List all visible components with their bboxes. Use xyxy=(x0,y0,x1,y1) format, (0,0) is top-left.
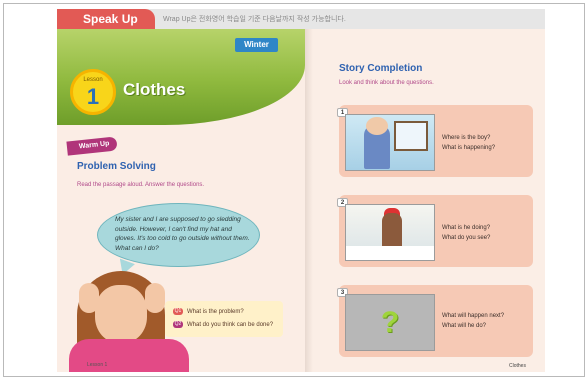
textbook-spread: Speak Up Wrap Up은 전화영어 학습일 기준 다음날까지 작성 가… xyxy=(57,9,545,372)
card-question: What will he do? xyxy=(442,323,487,329)
snow-ground xyxy=(346,246,434,260)
left-page: Winter Lesson 1 Clothes Warm Up Problem … xyxy=(57,29,305,372)
girl-right-hand xyxy=(145,283,165,313)
top-bar: Speak Up Wrap Up은 전화영어 학습일 기준 다음날까지 작성 가… xyxy=(57,9,545,31)
story-image-2 xyxy=(345,204,435,261)
passage-text: My sister and I are supposed to go sledd… xyxy=(115,216,250,252)
story-card-1: 1 Where is the boy? What is happening? xyxy=(337,105,533,177)
speak-up-tab[interactable]: Speak Up xyxy=(57,9,155,31)
snowy-window xyxy=(394,121,428,151)
q1-badge: Q1 xyxy=(173,308,183,315)
card-question: What is he doing? xyxy=(442,225,491,231)
story-image-1 xyxy=(345,114,435,171)
card-question: What is happening? xyxy=(442,145,496,151)
right-page-footer: Clothes xyxy=(509,363,526,369)
question-row: Q1 What is the problem? xyxy=(173,308,244,315)
boy-window-scene xyxy=(346,115,434,170)
question-text: What is the problem? xyxy=(187,308,244,315)
q2-badge: Q2 xyxy=(173,321,183,328)
lesson-number-badge: Lesson 1 xyxy=(70,69,116,115)
card-question: What will happen next? xyxy=(442,313,505,319)
story-completion-instruction: Look and think about the questions. xyxy=(339,80,434,86)
left-page-footer: Lesson 1 xyxy=(87,362,108,368)
story-card-2: 2 What is he doing? What do you see? xyxy=(337,195,533,267)
season-badge: Winter xyxy=(235,38,278,52)
problem-solving-instruction: Read the passage aloud. Answer the quest… xyxy=(77,182,205,188)
card-question: What do you see? xyxy=(442,235,491,241)
story-image-3: ? xyxy=(345,294,435,351)
page-fold xyxy=(305,29,313,372)
warm-up-label: Warm Up xyxy=(66,136,118,156)
right-page: Story Completion Look and think about th… xyxy=(313,29,545,372)
unknown-scene: ? xyxy=(346,295,434,350)
girl-face xyxy=(95,285,147,343)
girl-left-hand xyxy=(79,283,99,313)
question-mark-icon: ? xyxy=(380,305,400,339)
topbar-note: Wrap Up은 전화영어 학습일 기준 다음날까지 작성 가능합니다. xyxy=(163,16,346,23)
boy-head xyxy=(366,117,388,135)
story-completion-title: Story Completion xyxy=(339,63,423,74)
question-text: What do you think can be done? xyxy=(187,321,274,328)
card-question: Where is the boy? xyxy=(442,135,491,141)
story-card-3: 3 ? What will happen next? What will he … xyxy=(337,285,533,357)
lesson-title: Clothes xyxy=(123,80,186,99)
lesson-word: Lesson xyxy=(83,77,103,83)
problem-solving-title: Problem Solving xyxy=(77,161,156,172)
question-row: Q2 What do you think can be done? xyxy=(173,321,273,328)
man-snow-scene xyxy=(346,205,434,260)
question-box: Q1 What is the problem? Q2 What do you t… xyxy=(165,301,283,337)
lesson-number: 1 xyxy=(86,84,100,109)
